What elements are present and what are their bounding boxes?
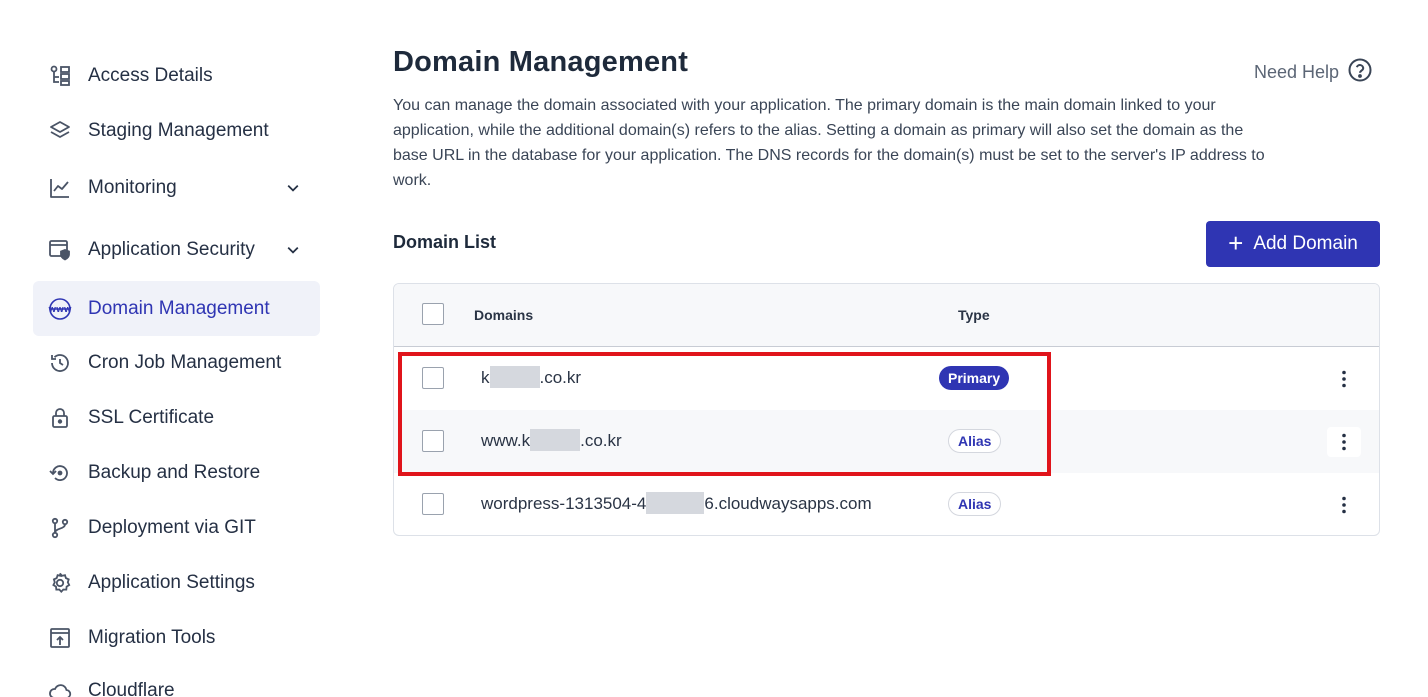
sidebar-item-access-details[interactable]: Access Details [33,48,320,103]
chevron-down-icon[interactable] [283,178,303,198]
sidebar-item-label: SSL Certificate [88,406,215,428]
cloud-icon [47,678,73,697]
plus-icon: + [1228,228,1244,258]
row-actions-menu[interactable] [1327,427,1361,457]
lock-icon [47,405,73,431]
migration-icon [47,625,73,651]
history-icon [47,350,73,376]
sidebar-item-label: Backup and Restore [88,461,261,483]
sidebar-item-backup-and-restore[interactable]: Backup and Restore [33,445,320,500]
sidebar-item-cron-job-management[interactable]: Cron Job Management [33,335,320,390]
kebab-icon [1342,496,1346,514]
sidebar-item-cloudflare[interactable]: Cloudflare [33,663,320,697]
chart-line-icon [47,175,73,201]
column-header-domains: Domains [474,307,534,323]
sidebar-item-application-settings[interactable]: Application Settings [33,555,320,610]
sidebar-item-label: Staging Management [88,119,269,141]
kebab-icon [1342,370,1346,388]
add-domain-button[interactable]: + Add Domain [1206,221,1380,267]
sidebar-item-label: Cloudflare [88,679,175,697]
sidebar-item-label: Access Details [88,64,213,86]
annotation-highlight-box [398,352,1051,476]
sidebar-item-label: Monitoring [88,176,177,198]
row-actions-menu[interactable] [1327,364,1361,394]
svg-text:WWW: WWW [48,306,71,314]
row-checkbox[interactable] [422,493,444,515]
layers-icon [47,118,73,144]
sidebar-item-label: Deployment via GIT [88,516,256,538]
table-header: Domains Type [394,284,1379,347]
type-badge: Alias [948,492,1002,516]
sidebar-item-label: Application Security [88,238,255,260]
git-branch-icon [47,515,73,541]
sidebar-item-monitoring[interactable]: Monitoring [33,160,320,215]
add-domain-label: Add Domain [1253,233,1358,254]
chevron-down-icon[interactable] [283,240,303,260]
sidebar-item-ssl-certificate[interactable]: SSL Certificate [33,390,320,445]
domain-list-title: Domain List [393,232,497,252]
need-help-label: Need Help [1254,62,1340,82]
sidebar-item-domain-management[interactable]: WWW Domain Management [33,281,320,336]
sidebar-item-application-security[interactable]: Application Security [33,222,320,277]
sidebar-item-label: Application Settings [88,571,255,593]
sidebar-item-deployment-via-git[interactable]: Deployment via GIT [33,500,320,555]
restore-icon [47,460,73,486]
row-actions-menu[interactable] [1327,490,1361,520]
select-all-checkbox[interactable] [422,303,444,325]
sidebar-item-migration-tools[interactable]: Migration Tools [33,610,320,665]
redacted-block [646,492,705,515]
page-description: You can manage the domain associated wit… [393,97,1265,189]
sidebar-item-label: Migration Tools [88,626,216,648]
sidebar-item-staging-management[interactable]: Staging Management [33,103,320,158]
sidebar-item-label: Cron Job Management [88,351,282,373]
access-details-icon [47,63,73,89]
domain-name: wordpress-1313504-4 6.cloudwaysapps.com [481,492,872,515]
www-icon: WWW [47,296,73,322]
question-circle-icon [1347,57,1373,88]
shield-window-icon [47,237,73,263]
sidebar-item-label: Domain Management [88,297,270,319]
need-help-link[interactable]: Need Help [1254,57,1373,88]
page-title: Domain Management [393,46,689,78]
column-header-type: Type [958,307,990,323]
table-row: wordpress-1313504-4 6.cloudwaysapps.com A… [394,473,1379,535]
gear-icon [47,570,73,596]
kebab-icon [1342,433,1346,451]
